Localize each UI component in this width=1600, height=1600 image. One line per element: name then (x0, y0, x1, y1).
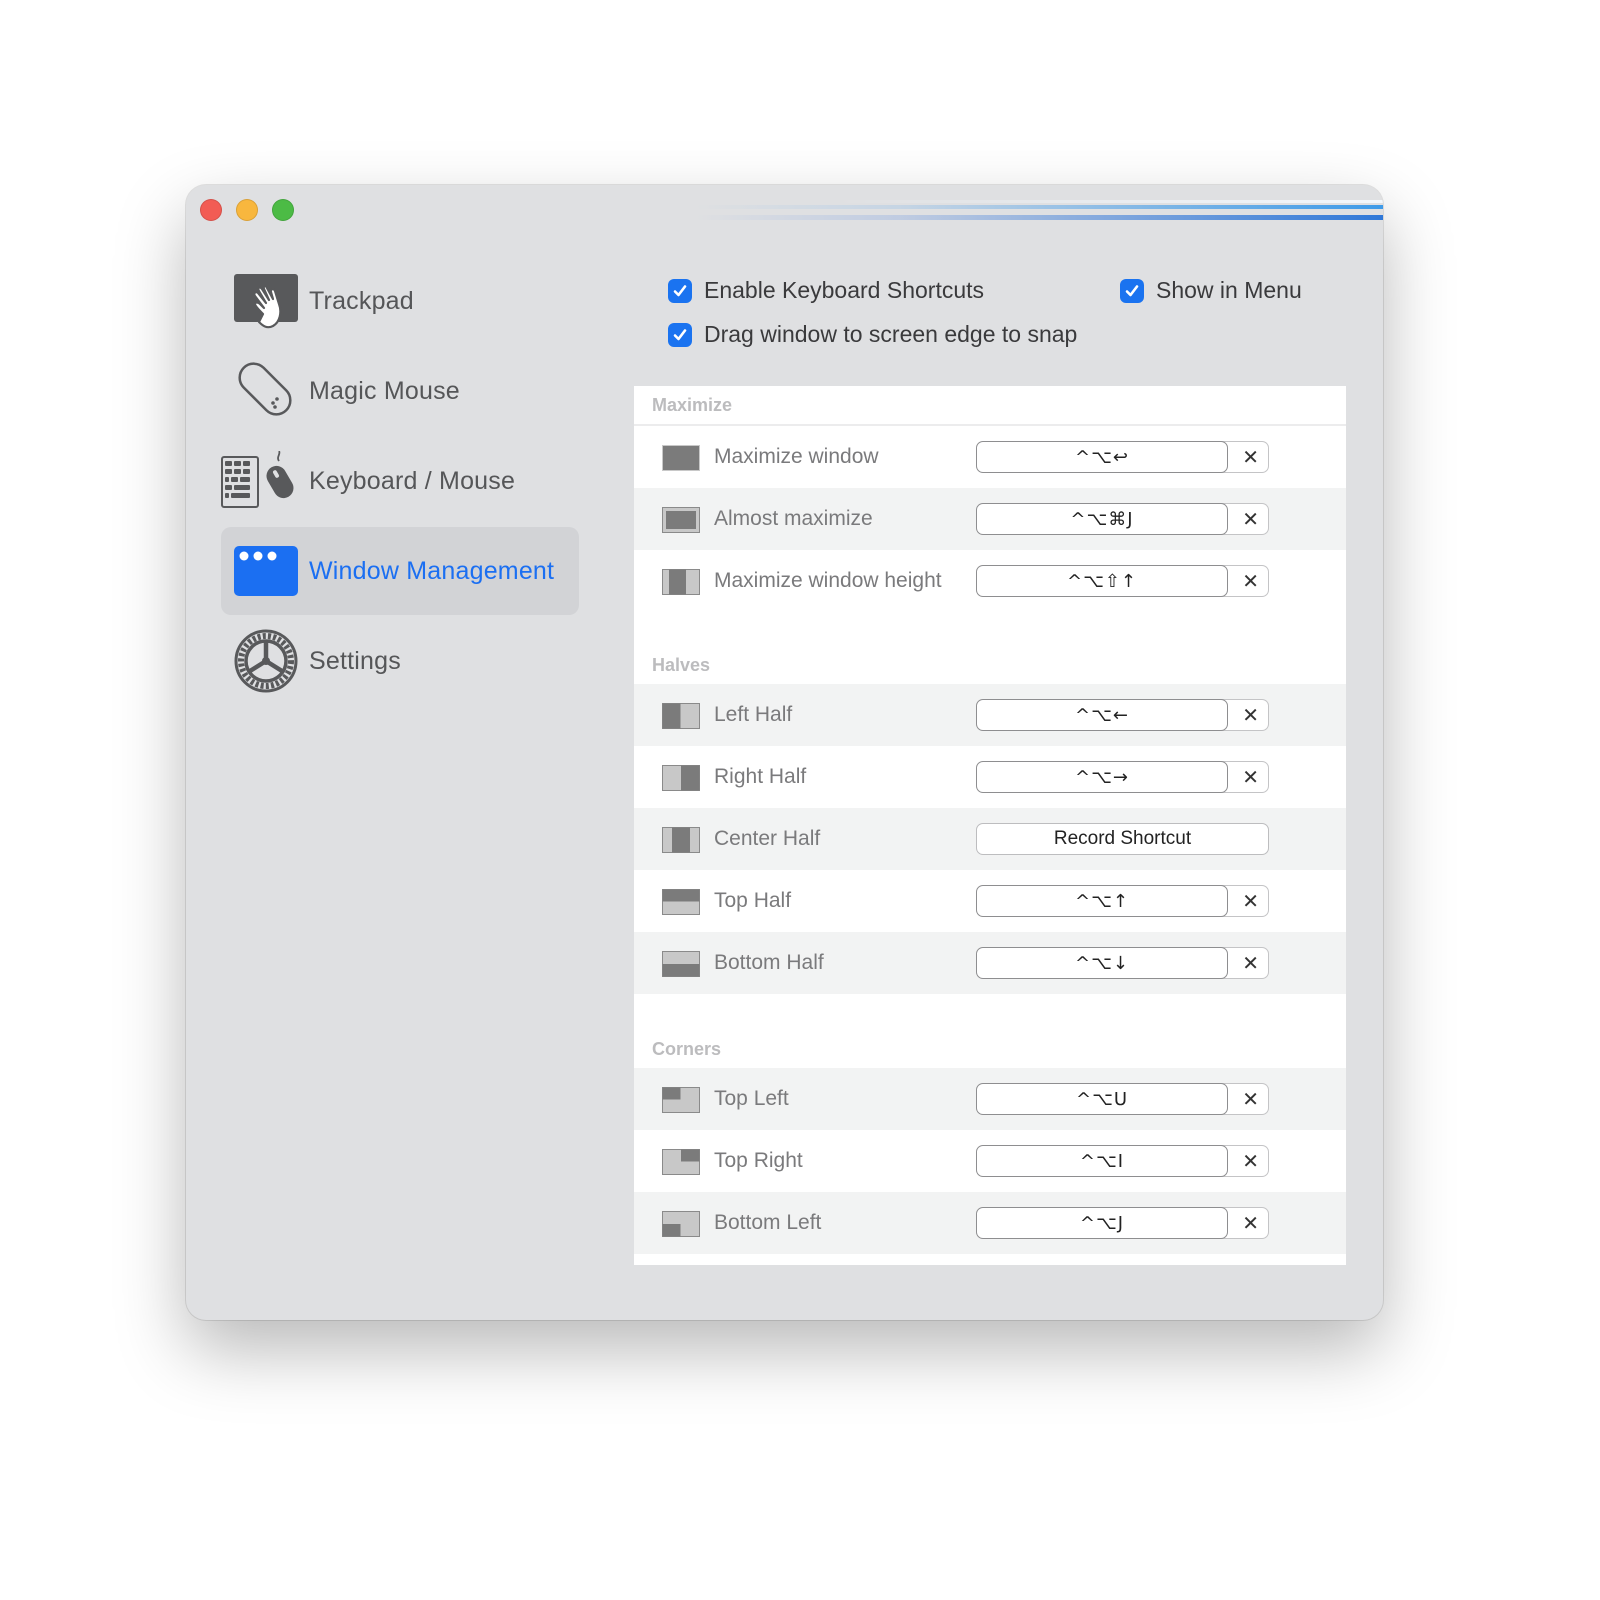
top-half-icon (662, 889, 700, 915)
checkmark-icon (1120, 278, 1144, 303)
center-half-icon (662, 827, 700, 853)
checkbox-label: Show in Menu (1156, 277, 1302, 303)
checkmark-icon (668, 278, 692, 303)
shortcut-field[interactable]: ^⌥↑ (976, 885, 1228, 917)
shortcut-field[interactable]: ^⌥J (976, 1207, 1228, 1239)
sidebar-item-magic-mouse[interactable]: Magic Mouse (221, 347, 579, 435)
shortcut-row-center-half: Center Half Record Shortcut (634, 808, 1346, 870)
panel-bottom-edge (634, 1254, 1346, 1265)
shortcut-row-maximize-height: Maximize window height ^⌥⇧↑ ✕ (634, 550, 1346, 612)
action-label: Center Half (714, 827, 821, 850)
shortcut-field[interactable]: ^⌥↩ (976, 441, 1228, 473)
shortcut-field[interactable]: ^⌥← (976, 699, 1228, 731)
sidebar-item-label: Keyboard / Mouse (309, 466, 516, 495)
window-controls (200, 199, 294, 221)
checkmark-icon (668, 322, 692, 347)
shortcut-field[interactable]: ^⌥↓ (976, 947, 1228, 979)
close-icon: ✕ (1242, 1088, 1259, 1111)
action-label: Almost maximize (714, 507, 873, 530)
window-icon (233, 541, 299, 601)
right-half-icon (662, 765, 700, 791)
close-icon: ✕ (1242, 508, 1259, 531)
titlebar-decoration (696, 205, 1383, 209)
bottom-half-icon (662, 951, 700, 977)
shortcut-row-left-half: Left Half ^⌥← ✕ (634, 684, 1346, 746)
action-label: Top Right (714, 1149, 803, 1172)
checkbox-label: Drag window to screen edge to snap (704, 321, 1078, 347)
drag-to-snap-checkbox[interactable]: Drag window to screen edge to snap (668, 321, 1077, 348)
maximize-height-icon (662, 569, 700, 595)
titlebar-decoration (696, 200, 1383, 203)
preferences-window: Trackpad Magic Mouse Keyboard / Mouse Wi… (186, 185, 1383, 1320)
action-label: Left Half (714, 703, 793, 726)
record-shortcut-button[interactable]: Record Shortcut (976, 823, 1269, 855)
shortcut-row-right-half: Right Half ^⌥→ ✕ (634, 746, 1346, 808)
close-icon: ✕ (1242, 704, 1259, 727)
action-label: Top Half (714, 889, 792, 912)
sidebar-item-label: Window Management (309, 556, 555, 585)
sidebar-item-label: Settings (309, 646, 401, 675)
close-icon: ✕ (1242, 952, 1259, 975)
minimize-button[interactable] (236, 199, 258, 221)
action-label: Maximize window (714, 445, 879, 468)
sidebar-item-window-management[interactable]: Window Management (221, 527, 579, 615)
keyboard-mouse-icon (221, 451, 305, 511)
sidebar-item-keyboard-mouse[interactable]: Keyboard / Mouse (221, 437, 579, 525)
shortcut-row-bottom-half: Bottom Half ^⌥↓ ✕ (634, 932, 1346, 994)
shortcut-row-top-right: Top Right ^⌥I ✕ (634, 1130, 1346, 1192)
shortcut-field[interactable]: ^⌥→ (976, 761, 1228, 793)
shortcut-row-bottom-left: Bottom Left ^⌥J ✕ (634, 1192, 1346, 1254)
trackpad-hand-icon (233, 271, 299, 331)
sidebar-item-trackpad[interactable]: Trackpad (221, 257, 579, 345)
section-header-halves: Halves (652, 655, 711, 675)
close-icon: ✕ (1242, 446, 1259, 469)
sidebar-item-settings[interactable]: Settings (221, 617, 579, 705)
magic-mouse-icon (233, 361, 299, 421)
sidebar: Trackpad Magic Mouse Keyboard / Mouse Wi… (221, 257, 579, 707)
bottom-left-icon (662, 1211, 700, 1237)
close-icon: ✕ (1242, 766, 1259, 789)
checkbox-label: Enable Keyboard Shortcuts (704, 277, 985, 303)
maximize-icon (662, 445, 700, 471)
section-header-corners: Corners (652, 1039, 722, 1059)
shortcut-field[interactable]: ^⌥⇧↑ (976, 565, 1228, 597)
shortcuts-panel[interactable]: Maximize Maximize window ^⌥↩ ✕ Almost ma… (634, 386, 1346, 1265)
action-label: Top Left (714, 1087, 789, 1110)
shortcut-row-top-left: Top Left ^⌥U ✕ (634, 1068, 1346, 1130)
action-label: Right Half (714, 765, 807, 788)
options-group: Enable Keyboard Shortcuts Show in Menu D… (668, 277, 1318, 377)
sidebar-item-label: Magic Mouse (309, 376, 460, 405)
shortcut-field[interactable]: ^⌥U (976, 1083, 1228, 1115)
gear-icon (233, 629, 299, 693)
top-right-icon (662, 1149, 700, 1175)
close-icon: ✕ (1242, 570, 1259, 593)
top-left-icon (662, 1087, 700, 1113)
action-label: Maximize window height (714, 569, 942, 592)
left-half-icon (662, 703, 700, 729)
close-icon: ✕ (1242, 1150, 1259, 1173)
shortcut-field[interactable]: ^⌥I (976, 1145, 1228, 1177)
action-label: Bottom Half (714, 951, 824, 974)
section-header-maximize: Maximize (634, 386, 1346, 426)
enable-shortcuts-checkbox[interactable]: Enable Keyboard Shortcuts (668, 277, 984, 304)
titlebar-decoration (696, 215, 1383, 220)
close-button[interactable] (200, 199, 222, 221)
sidebar-item-label: Trackpad (309, 286, 414, 315)
shortcut-row-top-half: Top Half ^⌥↑ ✕ (634, 870, 1346, 932)
shortcut-row-maximize-window: Maximize window ^⌥↩ ✕ (634, 426, 1346, 488)
action-label: Bottom Left (714, 1211, 822, 1234)
almost-maximize-icon (662, 507, 700, 533)
zoom-button[interactable] (272, 199, 294, 221)
shortcut-field[interactable]: ^⌥⌘J (976, 503, 1228, 535)
shortcut-row-almost-maximize: Almost maximize ^⌥⌘J ✕ (634, 488, 1346, 550)
show-in-menu-checkbox[interactable]: Show in Menu (1120, 277, 1302, 304)
close-icon: ✕ (1242, 890, 1259, 913)
close-icon: ✕ (1242, 1212, 1259, 1235)
